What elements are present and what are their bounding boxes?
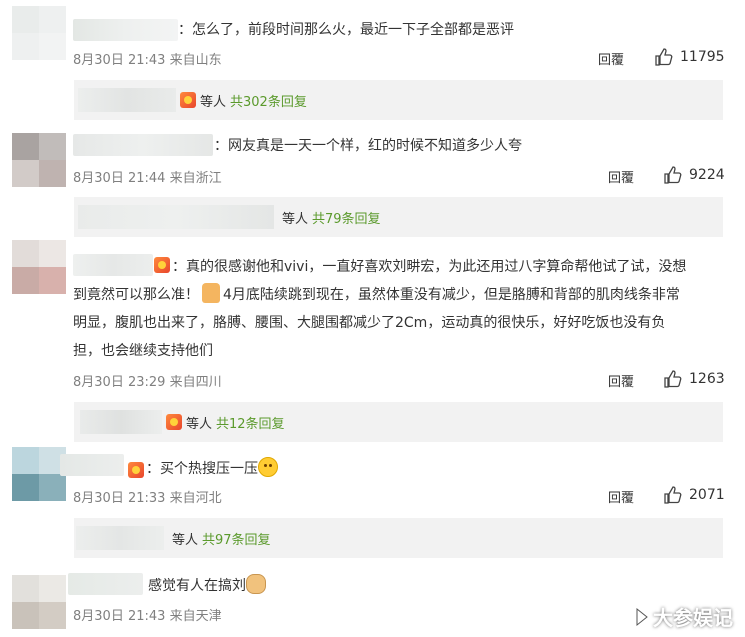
reply-summary[interactable]: 等人 共12条回复 [74,402,723,442]
username-blurred[interactable] [73,254,153,276]
smile-emoji-icon [258,457,278,477]
avatar[interactable] [12,447,66,501]
comment-meta: 8月30日 21:33 来自河北 [73,487,222,506]
reply-users-blurred [80,410,162,434]
comment-item: ：怎么了，前段时间那么火，最近一下子全部都是恶评 8月30日 21:43 来自山… [0,0,745,125]
reply-who: 等人 [186,416,213,432]
reply-who: 等人 [200,94,227,110]
comment-meta: 8月30日 21:44 来自浙江 [73,167,222,186]
comment-text: 到竟然可以那么准！ 4月底陆续跳到现在，虽然体重没有减少，但是胳膊和背部的肌肉线条… [73,282,733,308]
thumbs-up-emoji-icon [202,283,220,303]
reply-count-link[interactable]: 共79条回复 [312,208,381,227]
comment-text-line: ：真的很感谢他和vivi，一直好喜欢刘畊宏，为此还用过八字算命帮他试了试，没想 [172,259,687,275]
comment-text-line: 明显，腹肌也出来了，胳膊、腰围、大腿围都减少了2Cm，运动真的很快乐，好好吃饭也… [73,315,666,331]
like-count: 2071 [689,487,725,503]
comment-item: ：网友真是一天一个样，红的时候不知道多少人夸 8月30日 21:44 来自浙江 … [0,125,745,237]
comment-item: 感觉有人在搞刘 8月30日 21:43 来自天津 [0,565,745,637]
avatar[interactable] [12,6,66,60]
comment-time: 8月30日 21:43 [73,53,166,68]
reply-count-link[interactable]: 共302条回复 [230,91,307,110]
thumbs-up-icon [655,48,673,66]
comment-time: 8月30日 21:33 [73,491,166,506]
comment-text: ：买个热搜压一压 [146,456,278,482]
comment-time: 8月30日 23:29 [73,375,166,390]
like-count: 1263 [689,371,725,387]
username-blurred[interactable] [73,134,213,156]
like-count: 9224 [689,167,725,183]
comment-location: 来自四川 [169,375,222,390]
watermark-text: 大参娱记 [653,606,733,630]
reply-button[interactable]: 回覆 [608,487,634,506]
comment-location: 来自天津 [169,609,222,624]
watermark: 大参娱记 [635,602,733,631]
reply-users-blurred [78,205,274,229]
comment-location: 来自山东 [169,53,222,68]
reply-users-blurred [78,88,176,112]
vip-badge-icon [128,462,144,478]
reply-button[interactable]: 回覆 [608,167,634,186]
comment-text: 感觉有人在搞刘 [148,573,266,599]
username-blurred[interactable] [68,573,143,595]
comment-text: ：网友真是一天一个样，红的时候不知道多少人夸 [214,138,522,154]
comment-item: ：真的很感谢他和vivi，一直好喜欢刘畊宏，为此还用过八字算命帮他试了试，没想 … [0,237,745,445]
comment-meta: 8月30日 23:29 来自四川 [73,371,222,390]
like-count: 11795 [680,49,725,65]
thumbs-up-icon [664,166,682,184]
comment-item: ：买个热搜压一压 8月30日 21:33 来自河北 回覆 2071 等人 共97… [0,445,745,565]
reply-who: 等人 [172,532,199,548]
username-blurred[interactable] [60,454,124,476]
comment-text-line: 感觉有人在搞刘 [148,578,246,594]
avatar[interactable] [12,240,66,294]
like-button[interactable]: 2071 [663,485,725,505]
avatar[interactable] [12,133,66,187]
comment-time: 8月30日 21:44 [73,171,166,186]
reply-button[interactable]: 回覆 [598,49,624,68]
comment-location: 来自浙江 [169,171,222,186]
doge-emoji-icon [246,574,266,594]
comment-text: ：真的很感谢他和vivi，一直好喜欢刘畊宏，为此还用过八字算命帮他试了试，没想 [172,254,732,280]
watermark-logo-icon [636,607,648,626]
comment-time: 8月30日 21:43 [73,609,166,624]
avatar[interactable] [12,575,66,629]
comment-text-line: 4月底陆续跳到现在，虽然体重没有减少，但是胳膊和背部的肌肉线条非常 [223,287,680,303]
reply-summary[interactable]: 等人 共79条回复 [74,197,723,237]
like-button[interactable]: 9224 [663,165,725,185]
comment-text-line: 到竟然可以那么准！ [73,287,199,303]
thumbs-up-icon [664,370,682,388]
vip-badge-icon [180,92,196,108]
like-button[interactable]: 11795 [654,47,725,67]
reply-count-link[interactable]: 共97条回复 [202,529,271,548]
comment-text-line: 担，也会继续支持他们 [73,343,213,359]
reply-summary[interactable]: 等人 共97条回复 [74,518,723,558]
comment-meta: 8月30日 21:43 来自山东 [73,49,222,68]
reply-users-blurred [76,526,164,550]
like-button[interactable]: 1263 [663,369,725,389]
comment-text: 明显，腹肌也出来了，胳膊、腰围、大腿围都减少了2Cm，运动真的很快乐，好好吃饭也… [73,310,733,336]
comment-text-line: ：买个热搜压一压 [146,461,258,477]
comment-text: 担，也会继续支持他们 [73,338,213,364]
reply-who: 等人 [282,211,309,227]
username-blurred[interactable] [73,19,178,41]
comment-meta: 8月30日 21:43 来自天津 [73,605,222,624]
reply-count-link[interactable]: 共12条回复 [216,413,285,432]
vip-badge-icon [166,414,182,430]
vip-badge-icon [154,257,170,273]
comment-location: 来自河北 [169,491,222,506]
thumbs-up-icon [664,486,682,504]
reply-summary[interactable]: 等人 共302条回复 [74,80,723,120]
reply-button[interactable]: 回覆 [608,371,634,390]
comment-text: ：怎么了，前段时间那么火，最近一下子全部都是恶评 [178,22,514,38]
